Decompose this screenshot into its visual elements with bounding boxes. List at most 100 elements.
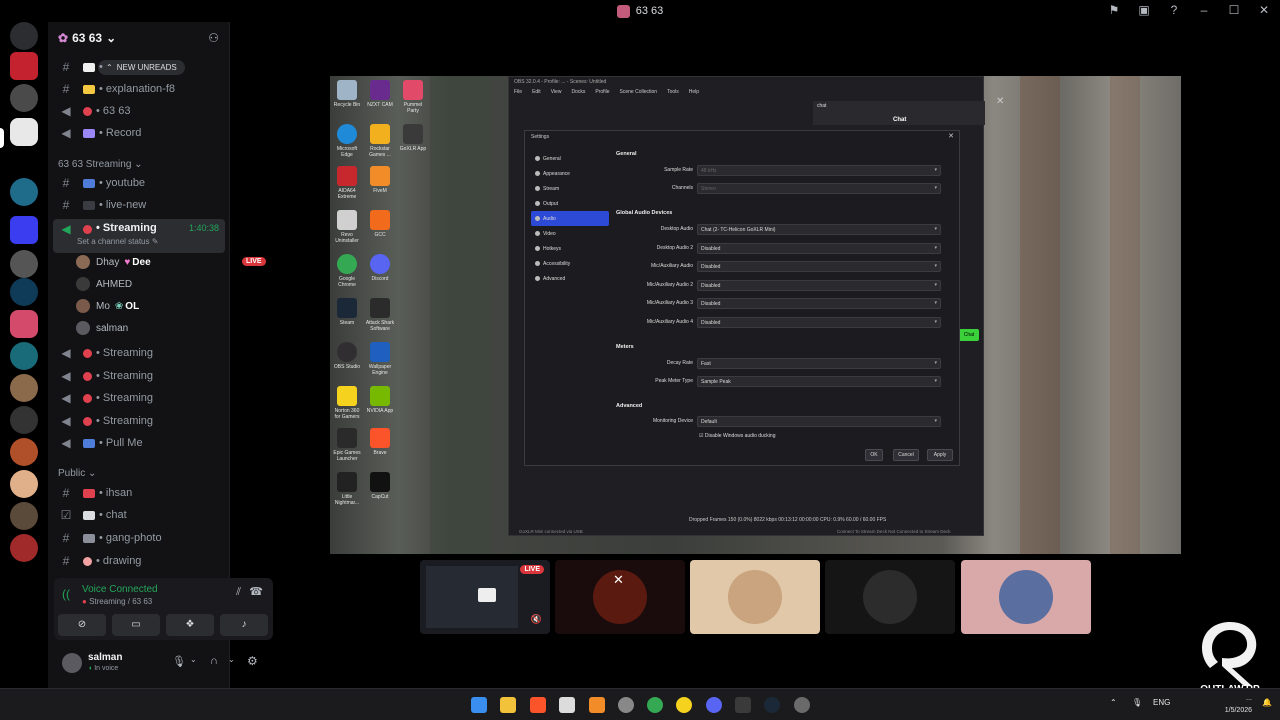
mic-audio-select[interactable]: Disabled <box>697 261 941 272</box>
desktop-icon[interactable]: Discord <box>365 254 395 282</box>
server-icon[interactable] <box>10 52 38 80</box>
camera-off-button[interactable]: ⊘ <box>58 614 106 636</box>
menu-scene-collection[interactable]: Scene Collection <box>620 89 658 99</box>
desktop-icon[interactable]: Google Chrome <box>332 254 362 288</box>
voice-channel-item[interactable]: ◀ • Record <box>48 122 230 144</box>
category-streaming[interactable]: 63 63 Streaming ⌄ <box>58 159 143 170</box>
desktop-icon[interactable]: Epic Games Launcher <box>332 428 362 462</box>
desktop-icon[interactable]: NZXT CAM <box>365 80 395 108</box>
channel-item[interactable]: # • gang-photo <box>48 527 230 549</box>
server-icon[interactable] <box>10 374 38 402</box>
nav-audio[interactable]: Audio <box>531 211 609 226</box>
maximize-icon[interactable]: ☐ <box>1226 3 1242 17</box>
server-icon[interactable] <box>10 84 38 112</box>
ducking-checkbox[interactable]: ☑ Disable Windows audio ducking <box>699 433 775 439</box>
channel-item[interactable]: # • drawing <box>48 550 230 572</box>
server-icon[interactable] <box>10 406 38 434</box>
desktop-icon[interactable]: Pummel Party <box>398 80 428 114</box>
microphone-icon[interactable]: 🎙 <box>172 655 186 668</box>
server-header[interactable]: ✿ 63 63 ⌄ ⚇ <box>48 22 229 54</box>
server-icon[interactable] <box>10 470 38 498</box>
flag-icon[interactable]: ⚑ <box>1106 3 1122 17</box>
brave-icon[interactable] <box>530 697 546 713</box>
discord-icon[interactable] <box>706 697 722 713</box>
screen-share-button[interactable]: ▭ <box>112 614 160 636</box>
menu-help[interactable]: Help <box>689 89 699 99</box>
voice-user[interactable]: salman <box>76 318 128 338</box>
server-icon[interactable] <box>10 178 38 206</box>
voice-user[interactable]: Mo ❀ OL <box>76 296 139 316</box>
server-icon[interactable] <box>10 342 38 370</box>
nav-advanced[interactable]: Advanced <box>531 271 609 286</box>
monitoring-device-select[interactable]: Default <box>697 416 941 427</box>
desktop-icon[interactable]: GCC <box>365 210 395 238</box>
cancel-button[interactable]: Cancel <box>893 449 919 461</box>
server-icon[interactable] <box>10 250 38 278</box>
voice-channel-item[interactable]: ◀ • Pull Me <box>48 432 230 454</box>
desktop-audio-2-select[interactable]: Disabled <box>697 243 941 254</box>
server-icon[interactable] <box>10 118 38 146</box>
menu-edit[interactable]: Edit <box>532 89 541 99</box>
desktop-icon[interactable]: Norton 360 for Gamers <box>332 386 362 420</box>
disconnect-icon[interactable]: ☎ <box>249 585 263 598</box>
channel-item[interactable]: # • youtube <box>48 172 230 194</box>
chrome-icon[interactable] <box>647 697 663 713</box>
menu-docks[interactable]: Docks <box>571 89 585 99</box>
desktop-audio-select[interactable]: Chat (2- TC-Helicon GoXLR Mini) <box>697 224 941 235</box>
desktop-icon[interactable]: AIDA64 Extreme <box>332 166 362 200</box>
voice-user[interactable]: Dhay ♥ Dee <box>76 252 151 272</box>
voice-channel-item[interactable]: ◀ • Streaming <box>48 365 230 387</box>
avatar[interactable] <box>62 653 82 673</box>
server-icon[interactable] <box>10 534 38 562</box>
desktop-icon[interactable]: CapCut <box>365 472 395 500</box>
store-icon[interactable] <box>559 697 575 713</box>
channels-select[interactable]: Stereo <box>697 183 941 194</box>
norton-icon[interactable] <box>676 697 692 713</box>
channel-item[interactable]: # • explanation-f8 <box>48 78 230 100</box>
desktop-icon[interactable]: Revo Uninstaller <box>332 210 362 244</box>
settings-icon[interactable] <box>794 697 810 713</box>
menu-file[interactable]: File <box>514 89 522 99</box>
desktop-icon[interactable]: Microsoft Edge <box>332 124 362 158</box>
apply-button[interactable]: Apply <box>927 449 953 461</box>
stream-tile[interactable] <box>690 560 820 634</box>
close-icon[interactable]: ✕ <box>996 96 1004 107</box>
voice-channel-item[interactable]: ◀ • Streaming <box>48 342 230 364</box>
notification-icon[interactable]: 🔔 <box>1262 698 1272 707</box>
stream-tile[interactable]: LIVE 🔇 <box>420 560 550 634</box>
desktop-icon[interactable]: NVIDIA App <box>365 386 395 414</box>
fivem-icon[interactable] <box>589 697 605 713</box>
voice-channel-item[interactable]: ◀ • 63 63 <box>48 100 230 122</box>
voice-channel-link[interactable]: ● Streaming / 63 63 <box>82 597 152 606</box>
chat-button[interactable]: Chat <box>959 329 979 341</box>
desktop-icon[interactable]: GoXLR App <box>398 124 428 152</box>
activities-button[interactable]: ❖ <box>166 614 214 636</box>
start-icon[interactable] <box>471 697 487 713</box>
file-explorer-icon[interactable] <box>500 697 516 713</box>
desktop-icon[interactable]: OBS Studio <box>332 342 362 370</box>
desktop-icon[interactable]: Wallpaper Engine <box>365 342 395 376</box>
desktop-icon[interactable]: Steam <box>332 298 362 326</box>
mic-audio-4-select[interactable]: Disabled <box>697 317 941 328</box>
add-member-icon[interactable]: ⚇ <box>208 31 219 45</box>
channel-item[interactable]: # • ihsan <box>48 482 230 504</box>
active-voice-channel[interactable]: ◀ • Streaming 1:40:38 Set a channel stat… <box>53 219 225 253</box>
stream-tile[interactable]: ✕ <box>555 560 685 634</box>
nav-appearance[interactable]: Appearance <box>531 166 609 181</box>
server-icon[interactable] <box>10 502 38 530</box>
channel-item[interactable]: # • live-new <box>48 194 230 216</box>
voice-channel-item[interactable]: ◀ • Streaming <box>48 410 230 432</box>
noise-suppression-icon[interactable]: ⫽ <box>236 586 241 599</box>
headphones-icon[interactable]: ∩ <box>210 655 218 667</box>
desktop-icon[interactable]: Little Nightmar... <box>332 472 362 506</box>
language-indicator[interactable]: ENG <box>1153 698 1170 707</box>
channel-item[interactable]: # • <box>48 56 230 78</box>
decay-rate-select[interactable]: Fast <box>697 358 941 369</box>
soundboard-button[interactable]: ♪ <box>220 614 268 636</box>
desktop-icon[interactable]: Attack Shark Software <box>365 298 395 332</box>
desktop-icon[interactable]: Rockstar Games ... <box>365 124 395 158</box>
close-icon[interactable]: ✕ <box>1256 3 1272 17</box>
xbox-icon[interactable] <box>735 697 751 713</box>
clock[interactable]: ... 1/5/2026 <box>1225 693 1252 717</box>
gear-icon[interactable]: ⚙ <box>247 654 258 668</box>
